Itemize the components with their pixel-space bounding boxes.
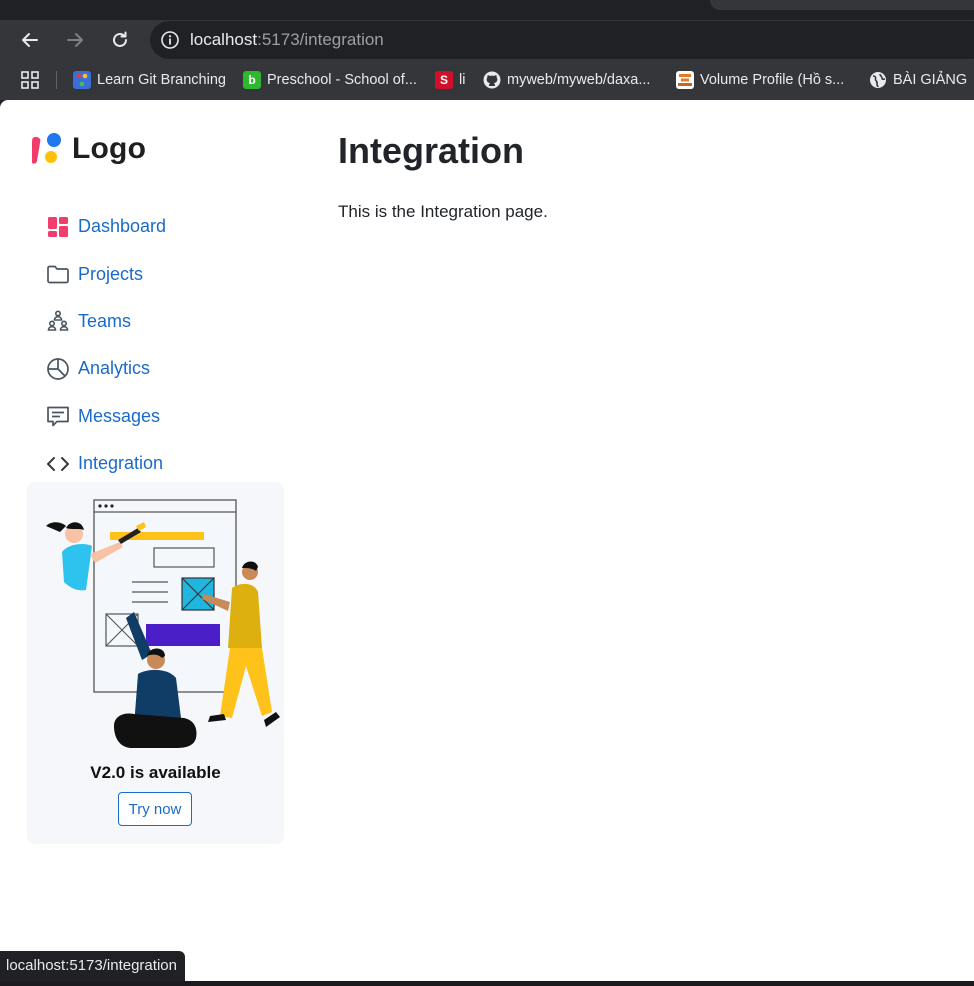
sidebar-item-teams[interactable]: Teams <box>46 298 286 345</box>
sidebar-item-integration[interactable]: Integration <box>46 440 286 487</box>
sidebar-item-messages[interactable]: Messages <box>46 393 286 440</box>
pie-chart-icon <box>46 357 70 381</box>
bookmark-label: Preschool - School of... <box>267 72 417 88</box>
code-icon <box>46 452 70 476</box>
bookmark-volume-profile[interactable]: Volume Profile (Hồ s... <box>676 69 844 91</box>
bookmark-label: BÀI GIẢNG <box>893 72 968 88</box>
bookmarks-separator <box>56 71 57 89</box>
preschool-favicon: b <box>243 71 261 89</box>
bookmark-bai-giang[interactable]: BÀI GIẢNG <box>869 69 967 91</box>
try-now-button[interactable]: Try now <box>118 792 192 826</box>
dashboard-icon <box>46 215 70 239</box>
message-icon <box>46 404 70 428</box>
sidebar-item-projects[interactable]: Projects <box>46 250 286 297</box>
git-branch-icon <box>73 71 91 89</box>
sidebar-item-dashboard[interactable]: Dashboard <box>46 203 286 250</box>
bookmark-learn-git-branching[interactable]: Learn Git Branching <box>73 69 226 91</box>
bookmark-label: myweb/myweb/daxa... <box>507 72 651 88</box>
promo-title: V2.0 is available <box>90 763 221 782</box>
bookmark-li[interactable]: S li <box>435 69 465 91</box>
bookmark-label: Volume Profile (Hồ s... <box>700 72 845 88</box>
address-bar[interactable]: localhost:5173/integration <box>150 21 974 59</box>
teams-icon <box>46 309 70 333</box>
bookmark-preschool[interactable]: b Preschool - School of... <box>243 69 417 91</box>
browser-toolbar: localhost:5173/integration <box>0 20 974 60</box>
sidebar-nav: Dashboard Projects Teams Analytics Messa… <box>46 203 286 487</box>
url-text[interactable]: localhost:5173/integration <box>190 30 384 50</box>
sidebar-item-label: Teams <box>78 310 132 331</box>
folder-icon <box>46 262 70 286</box>
sidebar-item-label: Messages <box>78 405 161 426</box>
upgrade-promo-card: V2.0 is available Try now <box>27 482 284 844</box>
link-status-bar: localhost:5173/integration <box>0 951 185 981</box>
url-path: :5173/integration <box>257 30 384 49</box>
logo-mark-icon <box>32 133 61 164</box>
active-tab-edge[interactable] <box>710 0 974 10</box>
page-description: This is the Integration page. <box>338 202 548 221</box>
bookmark-label: li <box>459 72 466 88</box>
team-collaboration-illustration <box>46 499 280 748</box>
back-arrow-icon <box>22 33 38 47</box>
tab-strip <box>0 0 974 20</box>
reload-icon <box>113 31 127 47</box>
scribd-favicon: S <box>435 71 453 89</box>
logo-text: Logo <box>72 132 147 165</box>
apps-grid-icon[interactable] <box>20 70 40 90</box>
window-bottom-edge <box>0 981 974 986</box>
page-title: Integration <box>338 130 524 171</box>
sidebar-item-label: Projects <box>78 263 144 284</box>
github-icon <box>483 71 501 89</box>
web-page: Logo Dashboard Projects Teams Analytics <box>0 100 974 986</box>
forward-arrow-icon <box>67 33 83 47</box>
logo[interactable]: Logo <box>28 131 146 167</box>
volume-profile-favicon <box>676 71 694 89</box>
forward-button[interactable] <box>59 24 91 56</box>
bookmark-label: Learn Git Branching <box>97 72 226 88</box>
sidebar-item-analytics[interactable]: Analytics <box>46 345 286 392</box>
sidebar-item-label: Integration <box>78 453 164 474</box>
reload-button[interactable] <box>104 24 136 56</box>
site-info-icon[interactable] <box>160 30 180 50</box>
bookmarks-bar: Learn Git Branching b Preschool - School… <box>0 60 974 100</box>
url-host: localhost <box>190 30 258 49</box>
sidebar-item-label: Analytics <box>78 358 151 379</box>
sidebar-item-label: Dashboard <box>78 216 167 237</box>
back-button[interactable] <box>14 24 46 56</box>
globe-icon <box>870 72 886 88</box>
bookmark-myweb[interactable]: myweb/myweb/daxa... <box>483 69 650 91</box>
